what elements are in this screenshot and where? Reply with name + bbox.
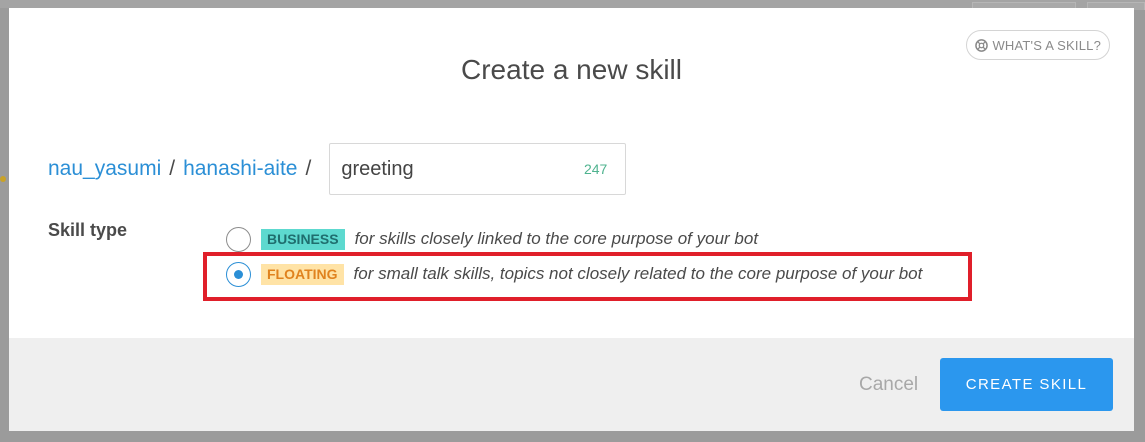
modal-title: Create a new skill (461, 54, 682, 85)
remaining-char-count: 247 (583, 161, 608, 177)
bot-link[interactable]: hanashi-aite (183, 157, 297, 181)
create-skill-button[interactable]: CREATE SKILL (940, 358, 1113, 411)
create-skill-modal: WHAT'S A SKILL? Create a new skill nau_y… (9, 8, 1134, 431)
help-link-label: WHAT'S A SKILL? (992, 37, 1101, 53)
highlight-annotation (203, 252, 972, 301)
path-separator: / (305, 157, 312, 180)
skill-path: nau_yasumi / hanashi-aite / greeting 247 (48, 143, 627, 195)
modal-footer: Cancel CREATE SKILL (9, 338, 1134, 431)
owner-link[interactable]: nau_yasumi (48, 157, 161, 181)
path-separator: / (169, 157, 176, 180)
business-radio[interactable] (226, 226, 251, 252)
background-status-dot (0, 176, 6, 182)
business-description: for skills closely linked to the core pu… (354, 229, 759, 248)
skill-type-option-business[interactable]: BUSINESS for skills closely linked to th… (226, 224, 758, 254)
cancel-button[interactable]: Cancel (859, 374, 918, 396)
help-icon (975, 38, 989, 52)
skill-type-label: Skill type (48, 220, 128, 240)
business-tag: BUSINESS (261, 228, 345, 250)
skill-name-input[interactable]: greeting 247 (329, 143, 627, 195)
background-logo-fragment (0, 14, 8, 34)
skill-name-value: greeting (341, 157, 414, 180)
